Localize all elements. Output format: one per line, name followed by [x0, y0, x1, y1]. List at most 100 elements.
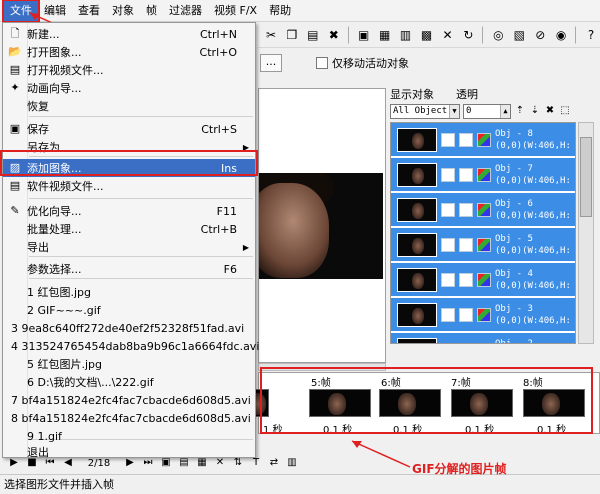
copy-icon[interactable]: ❐ [283, 26, 301, 44]
move-up-icon[interactable]: ⇡ [514, 105, 526, 117]
object-list-scrollbar[interactable] [578, 122, 594, 344]
frame-copy-icon[interactable]: ▥ [397, 26, 415, 44]
grid-icon[interactable]: ▩ [418, 26, 436, 44]
menu-icon-placeholder [7, 302, 23, 318]
export-icon[interactable]: ▥ [284, 455, 300, 471]
visibility-toggle[interactable] [441, 202, 455, 217]
lock-toggle[interactable] [459, 202, 473, 217]
file-menu-item[interactable]: 3 9ea8c640ff272de40ef2f52328f51fad.avi [3, 319, 255, 337]
move-active-only-checkbox[interactable]: 仅移动活动对象 [316, 55, 409, 71]
file-menu-item[interactable]: 7 bf4a151824e2fc4fac7cbacde6d608d5.avi [3, 391, 255, 409]
menu-view[interactable]: 查看 [72, 1, 106, 21]
reverse-icon[interactable]: ⇄ [266, 455, 282, 471]
lock-toggle[interactable] [459, 272, 473, 287]
visibility-toggle[interactable] [441, 237, 455, 252]
file-menu-item[interactable]: 批量处理... Ctrl+B [3, 220, 255, 238]
object-list-item[interactable]: Obj - 7 (0,0)(W:406,H: [391, 158, 575, 191]
menu-help[interactable]: 帮助 [263, 1, 297, 21]
lock-toggle[interactable] [459, 237, 473, 252]
frame-delete-icon[interactable]: ▦ [376, 26, 394, 44]
menu-video-fx[interactable]: 视频 F/X [208, 1, 263, 21]
file-menu-item-label: 软件视频文件... [27, 180, 104, 193]
file-menu-item[interactable]: 2 GIF~~~.gif [3, 301, 255, 319]
object-list-item[interactable]: Obj - 2(0,0)(W:406,H: [391, 333, 575, 343]
object-list-item[interactable]: Obj - 3 (0,0)(W:406,H: [391, 298, 575, 331]
file-menu-item-label: 1 红包图.jpg [27, 286, 92, 299]
canvas-area[interactable] [258, 88, 386, 363]
file-menu-item[interactable]: 参数选择... F6 [3, 260, 255, 278]
object-name: Obj - 5 [495, 233, 533, 244]
file-menu-item[interactable]: 导出 ▶ [3, 238, 255, 256]
move-active-only-label: 仅移动活动对象 [332, 57, 409, 70]
visibility-toggle[interactable] [441, 132, 455, 147]
file-menu-item[interactable]: 5 红包图片.jpg [3, 355, 255, 373]
color-swatch-icon[interactable] [477, 237, 491, 252]
crop-icon[interactable]: ✕ [439, 26, 457, 44]
settings-icon[interactable]: ◉ [552, 26, 570, 44]
file-menu-item[interactable]: 🗋 新建... Ctrl+N [3, 25, 255, 43]
lock-toggle[interactable] [459, 307, 473, 322]
visibility-toggle[interactable] [441, 272, 455, 287]
object-list-item[interactable]: Obj - 5 (0,0)(W:406,H: [391, 228, 575, 261]
cut-icon[interactable]: ✂ [262, 26, 280, 44]
lock-toggle[interactable] [459, 342, 473, 343]
stop-icon[interactable]: ⊘ [531, 26, 549, 44]
checkbox-box[interactable] [316, 57, 328, 69]
file-menu-item[interactable]: ✎ 优化向导... F11 [3, 202, 255, 220]
web-preview-icon[interactable]: ◎ [489, 26, 507, 44]
object-position: (0,0)(W:406,H: [495, 245, 571, 256]
file-menu-item[interactable]: 📂 打开图象... Ctrl+O [3, 43, 255, 61]
color-swatch-icon[interactable] [477, 342, 491, 343]
file-menu-item[interactable]: 8 bf4a151824e2fc4fac7cbacde6d608d5.avi [3, 409, 255, 427]
file-menu-item[interactable]: ▤ 打开视频文件... [3, 61, 255, 79]
chevron-down-icon[interactable]: ▼ [449, 104, 459, 118]
visibility-toggle[interactable] [441, 307, 455, 322]
file-menu-item[interactable]: ▤ 软件视频文件... [3, 177, 255, 195]
color-swatch-icon[interactable] [477, 307, 491, 322]
file-menu-item[interactable]: 恢复 [3, 97, 255, 115]
spinner-arrows-icon[interactable]: ▲ [500, 104, 510, 118]
visibility-toggle[interactable] [441, 167, 455, 182]
menu-frame[interactable]: 帧 [140, 1, 163, 21]
lock-toggle[interactable] [459, 132, 473, 147]
object-list-item[interactable]: Obj - 6 (0,0)(W:406,H: [391, 193, 575, 226]
file-menu-item[interactable]: 1 红包图.jpg [3, 283, 255, 301]
merge-icon[interactable]: ⬚ [559, 105, 571, 117]
delete-icon[interactable]: ✖ [325, 26, 343, 44]
image-icon[interactable]: ▧ [510, 26, 528, 44]
object-list-item[interactable]: Obj - 8 (0,0)(W:406,H: [391, 123, 575, 156]
menu-file[interactable]: 文件 [2, 0, 40, 23]
menu-filter[interactable]: 过滤器 [163, 1, 208, 21]
file-menu-item[interactable]: ✦ 动画向导... [3, 79, 255, 97]
scrollbar-thumb[interactable] [580, 137, 592, 217]
file-menu-item-label: 5 红包图片.jpg [27, 358, 103, 371]
object-list[interactable]: Obj - 8 (0,0)(W:406,H: Obj - 7 (0,0)(W:406,… [390, 122, 576, 344]
object-thumbnail [397, 127, 437, 152]
color-swatch-icon[interactable] [477, 167, 491, 182]
menu-object[interactable]: 对象 [106, 1, 140, 21]
help-pointer-icon[interactable]: ? [582, 26, 600, 44]
opacity-spinner[interactable]: 0 ▲ [463, 103, 511, 119]
color-swatch-icon[interactable] [477, 132, 491, 147]
rotate-icon[interactable]: ↻ [459, 26, 477, 44]
options-button[interactable]: ... [260, 54, 282, 72]
add-image-highlight [0, 150, 258, 176]
menu-edit[interactable]: 编辑 [38, 1, 72, 21]
move-down-icon[interactable]: ⇣ [529, 105, 541, 117]
object-info: Obj - 3 (0,0)(W:406,H: [495, 303, 571, 327]
object-list-item[interactable]: Obj - 4 (0,0)(W:406,H: [391, 263, 575, 296]
show-objects-select[interactable]: All Object: ▼ [390, 103, 460, 119]
frame-add-icon[interactable]: ▣ [355, 26, 373, 44]
color-swatch-icon[interactable] [477, 272, 491, 287]
color-swatch-icon[interactable] [477, 202, 491, 217]
visibility-toggle[interactable] [441, 342, 455, 343]
lock-toggle[interactable] [459, 167, 473, 182]
file-menu-item[interactable]: 6 D:\我的文档\...\222.gif [3, 373, 255, 391]
delete-object-icon[interactable]: ✖ [544, 105, 556, 117]
annotation-arrow-head [352, 441, 362, 448]
paste-icon[interactable]: ▤ [304, 26, 322, 44]
file-menu-item[interactable]: ▣ 保存 Ctrl+S [3, 120, 255, 138]
file-menu-item-label: 恢复 [27, 100, 49, 113]
file-menu-item[interactable]: 4 313524765454dab8ba9b96c1a6664fdc.avi [3, 337, 259, 355]
file-menu-item[interactable]: 退出 [3, 443, 255, 461]
